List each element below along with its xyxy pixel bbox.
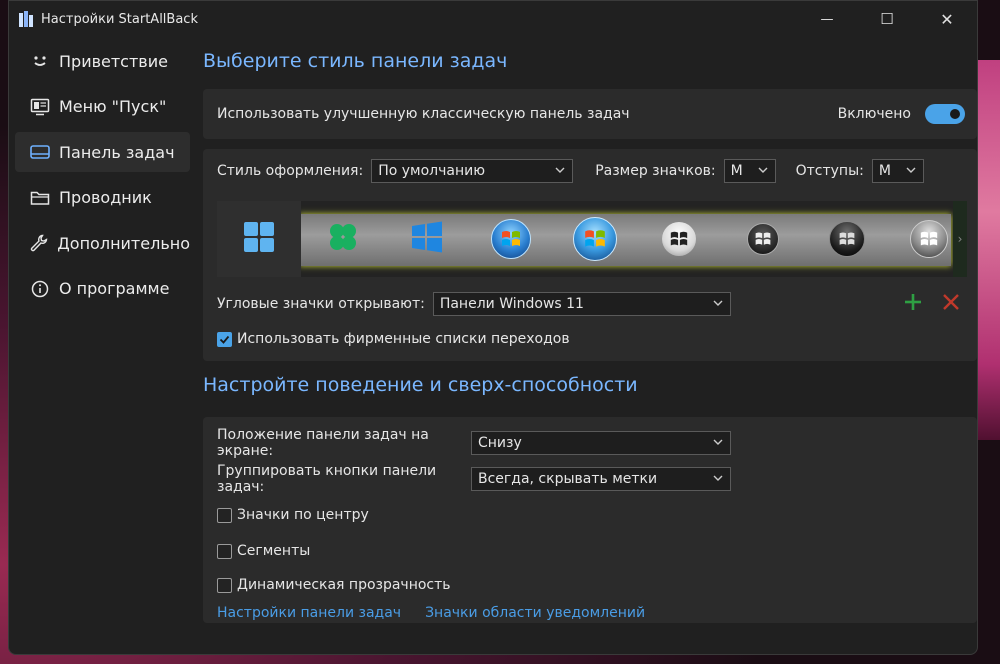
segments-checkbox[interactable] <box>217 543 232 559</box>
segments-label: Сегменты <box>237 543 311 559</box>
position-select[interactable]: Снизу <box>471 431 731 455</box>
enhanced-taskbar-row: Использовать улучшенную классическую пан… <box>203 89 977 139</box>
center-icons-checkbox[interactable] <box>217 507 232 523</box>
taskbar-style-white-orb[interactable] <box>637 201 721 277</box>
padding-label: Отступы: <box>795 163 864 179</box>
sidebar-item-label: Проводник <box>59 188 152 207</box>
silver-orb-icon <box>910 220 948 258</box>
sidebar-item-start-menu[interactable]: Меню "Пуск" <box>15 87 190 127</box>
section-title-behavior: Настройте поведение и сверх-способности <box>203 374 638 396</box>
title-bar: Настройки StartAllBack — ☐ ✕ <box>9 1 977 37</box>
sidebar-item-label: Панель задач <box>59 142 175 162</box>
add-icon[interactable] <box>903 292 923 316</box>
corner-icons-row: Угловые значки открывают: Панели Windows… <box>217 291 967 317</box>
taskbar-style-black-orb[interactable] <box>805 201 889 277</box>
position-value: Снизу <box>478 435 522 451</box>
sidebar-item-advanced[interactable]: Дополнительно <box>15 223 190 263</box>
taskbar-style-gallery: › <box>217 201 967 277</box>
taskbar-style-clover[interactable] <box>301 201 385 277</box>
chevron-down-icon <box>757 164 769 180</box>
sidebar-item-label: Приветствие <box>59 51 168 71</box>
chevron-down-icon <box>712 472 724 488</box>
dark-orb-icon <box>747 223 779 255</box>
padding-select[interactable]: M <box>871 159 924 183</box>
monitor-icon <box>29 96 51 118</box>
style-card: Стиль оформления: По умолчанию Размер зн… <box>203 149 977 361</box>
gallery-scroll-right-icon[interactable]: › <box>953 201 967 277</box>
remove-icon[interactable] <box>941 292 961 316</box>
close-button[interactable]: ✕ <box>917 1 977 37</box>
taskbar-style-dark-orb[interactable] <box>721 201 805 277</box>
grouping-label: Группировать кнопки панели задач: <box>217 463 437 495</box>
style-select-value: По умолчанию <box>378 163 485 179</box>
taskbar-style-win11[interactable] <box>217 201 301 277</box>
clover-logo-icon <box>327 221 359 257</box>
enhanced-taskbar-toggle[interactable] <box>925 104 965 124</box>
win7-orb-icon <box>491 219 531 259</box>
corner-icons-select[interactable]: Панели Windows 11 <box>432 292 731 316</box>
minimize-button[interactable]: — <box>797 1 857 37</box>
enhanced-taskbar-state: Включено <box>837 106 911 122</box>
folder-icon <box>29 187 51 209</box>
sidebar-item-label: Меню "Пуск" <box>59 97 167 116</box>
taskbar-icon <box>29 141 51 163</box>
info-icon <box>29 278 51 300</box>
center-icons-row[interactable]: Значки по центру <box>217 497 963 533</box>
sidebar-item-welcome[interactable]: Приветствие <box>15 41 190 81</box>
dynamic-transparency-checkbox[interactable] <box>217 577 232 593</box>
white-orb-icon <box>662 222 696 256</box>
icon-size-value: M <box>730 163 743 179</box>
chevron-down-icon <box>712 297 724 313</box>
taskbar-style-vista[interactable] <box>553 201 637 277</box>
jump-lists-row[interactable]: Использовать фирменные списки переходов <box>217 331 570 347</box>
settings-window: Настройки StartAllBack — ☐ ✕ Приветствие… <box>8 0 978 655</box>
sidebar-item-label: Дополнительно <box>57 233 190 253</box>
smile-icon <box>29 50 51 72</box>
position-label: Положение панели задач на экране: <box>217 427 429 459</box>
jump-lists-label: Использовать фирменные списки переходов <box>237 331 570 347</box>
corner-icons-value: Панели Windows 11 <box>439 296 584 312</box>
sidebar-item-label: О программе <box>59 279 170 298</box>
chevron-down-icon <box>905 164 917 180</box>
padding-value: M <box>878 163 891 179</box>
sidebar-item-taskbar[interactable]: Панель задач <box>15 132 190 172</box>
win10-logo-icon <box>411 221 443 257</box>
window-title: Настройки StartAllBack <box>41 11 198 27</box>
win11-logo-icon <box>243 221 275 257</box>
segments-row[interactable]: Сегменты <box>217 533 963 569</box>
grouping-select[interactable]: Всегда, скрывать метки <box>471 467 731 491</box>
dynamic-transparency-label: Динамическая прозрачность <box>237 577 451 593</box>
maximize-button[interactable]: ☐ <box>857 1 917 37</box>
style-label: Стиль оформления: <box>217 163 364 179</box>
black-orb-icon <box>829 221 865 257</box>
corner-icons-label: Угловые значки открывают: <box>217 296 425 312</box>
dynamic-transparency-row[interactable]: Динамическая прозрачность <box>217 569 963 601</box>
sidebar-item-explorer[interactable]: Проводник <box>15 178 190 218</box>
desktop-wallpaper-edge <box>976 60 1000 440</box>
taskbar-settings-link[interactable]: Настройки панели задач <box>217 605 401 621</box>
center-icons-label: Значки по центру <box>237 507 369 523</box>
chevron-down-icon <box>712 436 724 452</box>
links-row: Настройки панели задач Значки области ув… <box>217 605 963 621</box>
icon-size-label: Размер значков: <box>595 163 716 179</box>
chevron-down-icon <box>554 164 566 180</box>
icon-size-select[interactable]: M <box>723 159 776 183</box>
section-title-style: Выберите стиль панели задач <box>203 50 508 72</box>
style-select[interactable]: По умолчанию <box>371 159 574 183</box>
app-icon <box>19 11 33 27</box>
behavior-card: Положение панели задач на экране: Снизу … <box>203 417 977 623</box>
main-content: Выберите стиль панели задач Использовать… <box>203 37 977 623</box>
grouping-value: Всегда, скрывать метки <box>478 471 658 487</box>
sidebar-item-about[interactable]: О программе <box>15 269 190 309</box>
jump-lists-checkbox[interactable] <box>217 331 232 347</box>
enhanced-taskbar-label: Использовать улучшенную классическую пан… <box>217 106 630 122</box>
sidebar: Приветствие Меню "Пуск" Панель задач Про… <box>15 41 190 314</box>
taskbar-style-win7[interactable] <box>469 201 553 277</box>
wrench-icon <box>29 232 49 254</box>
tray-icons-link[interactable]: Значки области уведомлений <box>425 605 645 621</box>
taskbar-style-win10[interactable] <box>385 201 469 277</box>
vista-orb-icon <box>573 217 617 261</box>
